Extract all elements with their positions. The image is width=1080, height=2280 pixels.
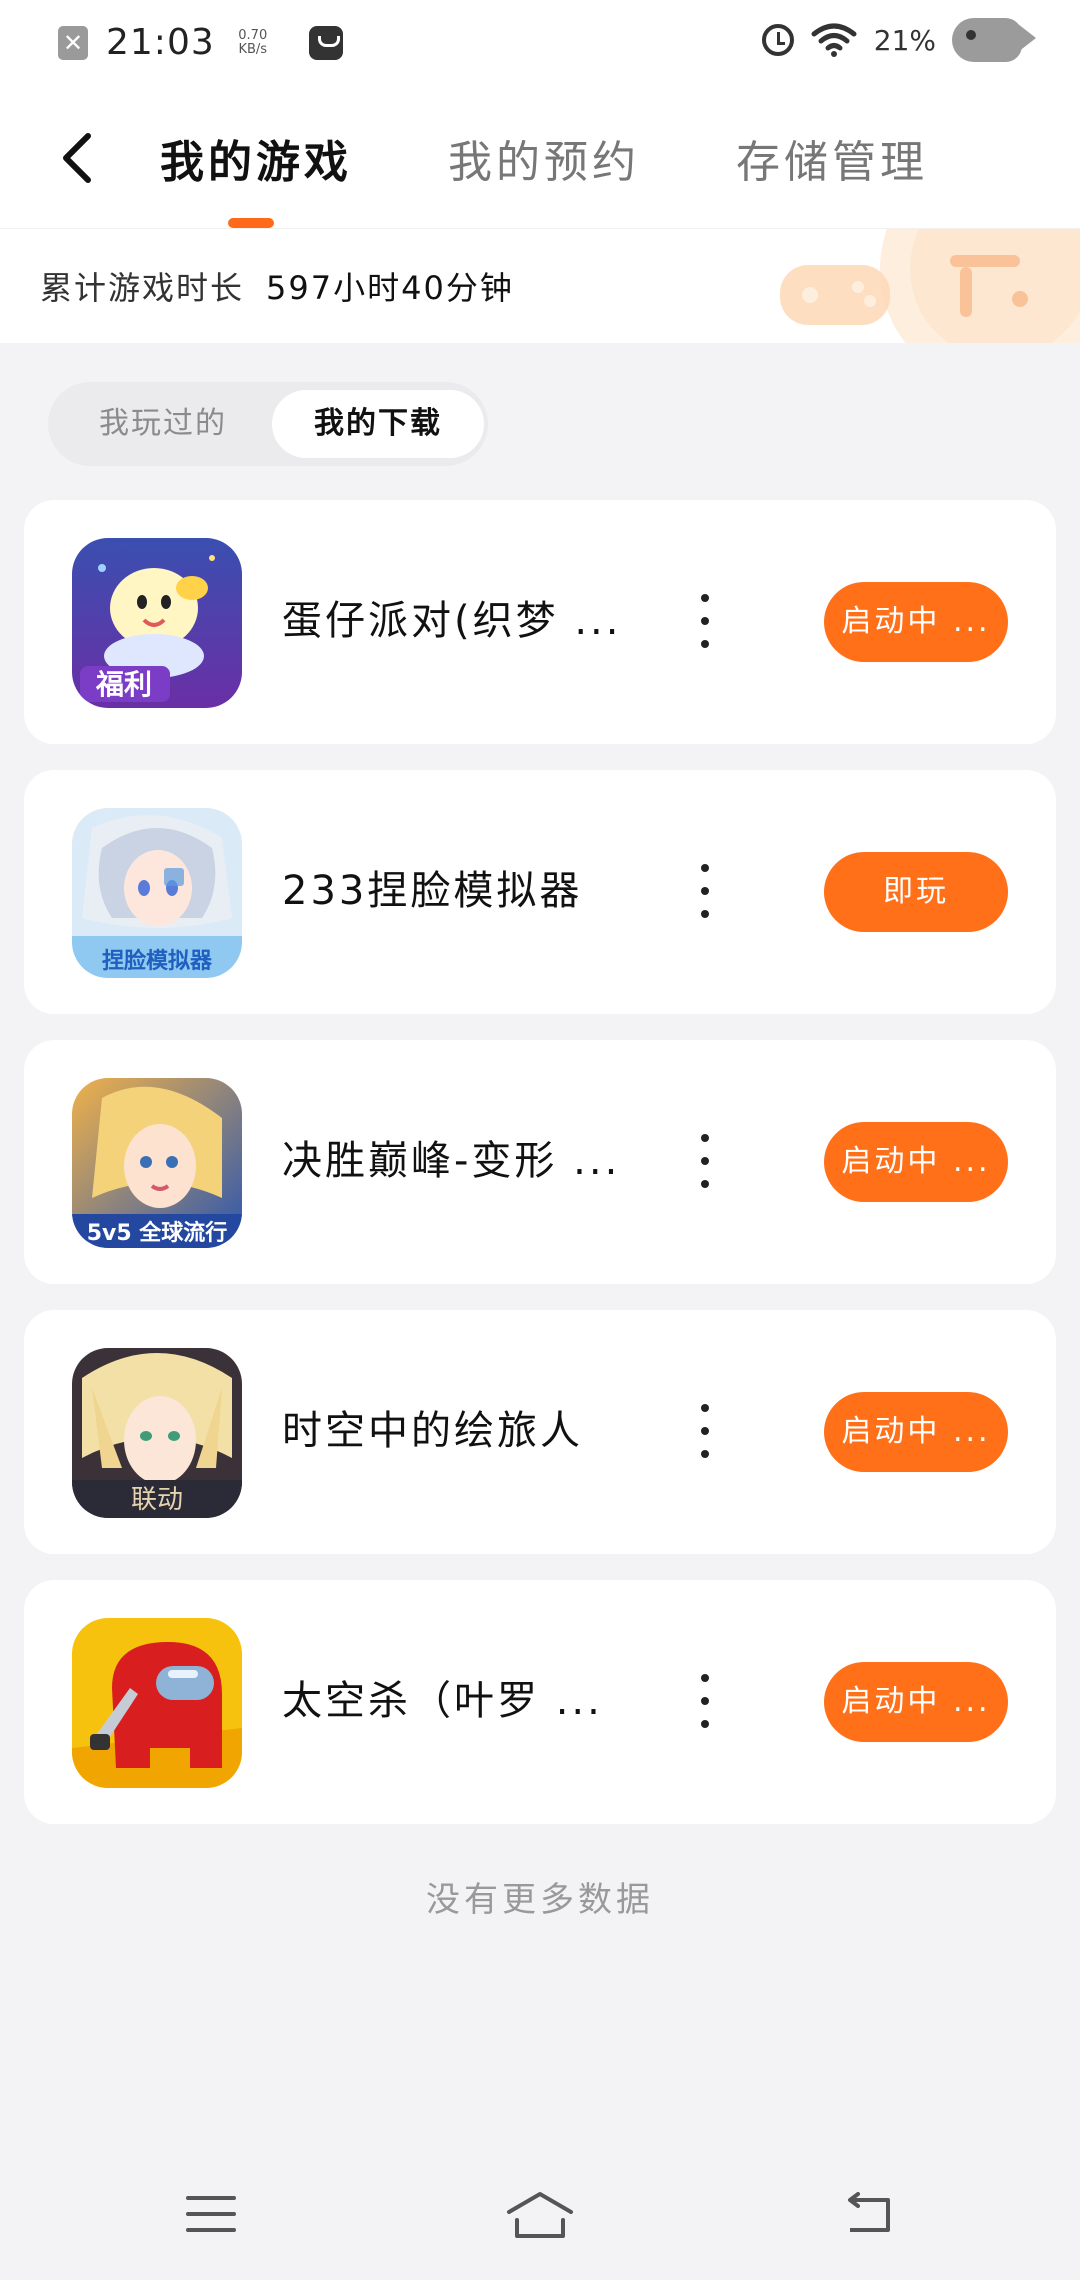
game-name: 时空中的绘旅人 [282, 1408, 583, 1454]
system-nav-bar [0, 2140, 1080, 2280]
face-sim-icon[interactable]: 捏脸模拟器 [72, 808, 242, 978]
launch-button[interactable]: 启动中 ... [824, 1392, 1008, 1472]
playtime-value: 597小时40分钟 [266, 269, 514, 307]
back-arrow-icon[interactable] [50, 128, 110, 188]
playtime-summary: 累计游戏时长 597小时40分钟 [40, 263, 514, 309]
segment-downloads[interactable]: 我的下载 [272, 390, 484, 458]
playtime-label: 累计游戏时长 [40, 269, 245, 307]
close-notification-icon: ✕ [58, 25, 88, 60]
network-speed-unit: KB/s [238, 41, 268, 57]
launch-button[interactable]: 启动中 ... [824, 1662, 1008, 1742]
status-bar: ✕ 21:03 0.70 KB/s 21% [0, 0, 1080, 90]
more-options-icon[interactable] [690, 856, 720, 926]
game-card[interactable]: 捏脸模拟器 233捏脸模拟器 即玩 [24, 770, 1056, 1014]
play-now-button[interactable]: 即玩 [824, 852, 1008, 932]
segment-played[interactable]: 我玩过的 [48, 390, 278, 458]
more-options-icon[interactable] [690, 1666, 720, 1736]
alarm-icon [761, 24, 794, 56]
network-speed: 0.70 KB/s [233, 27, 273, 57]
more-options-icon[interactable] [690, 1126, 720, 1196]
active-tab-indicator [228, 218, 274, 228]
more-options-icon[interactable] [690, 1396, 720, 1466]
game-name: 233捏脸模拟器 [282, 868, 583, 914]
header: 我的游戏 我的预约 存储管理 [0, 90, 1080, 228]
launch-button[interactable]: 启动中 ... [824, 1122, 1008, 1202]
game-name: 蛋仔派对(织梦 ... [282, 598, 622, 644]
launch-button[interactable]: 启动中 ... [824, 582, 1008, 662]
home-icon[interactable] [505, 2190, 575, 2240]
notification-app-icon [308, 25, 343, 60]
gamepad-decoration-icon [780, 229, 1080, 343]
moba-icon[interactable]: 5v5 全球流行 [72, 1078, 242, 1248]
tab-storage-management[interactable]: 存储管理 [736, 126, 928, 190]
playtime-banner: 累计游戏时长 597小时40分钟 [0, 228, 1080, 343]
back-icon[interactable] [842, 2192, 894, 2236]
anime-boy-icon[interactable]: 联动 [72, 1348, 242, 1518]
game-card[interactable]: 太空杀（叶罗 ... 启动中 ... [24, 1580, 1056, 1824]
game-card[interactable]: 福利 蛋仔派对(织梦 ... 启动中 ... [24, 500, 1056, 744]
recent-apps-icon[interactable] [186, 2194, 236, 2234]
game-name: 太空杀（叶罗 ... [282, 1678, 603, 1724]
eggy-party-icon-text: 福利 [95, 668, 152, 701]
tab-my-reservations[interactable]: 我的预约 [448, 126, 640, 190]
face-sim-icon-text: 捏脸模拟器 [102, 948, 213, 974]
among-us-icon[interactable] [72, 1618, 242, 1788]
moba-icon-text: 5v5 全球流行 [87, 1220, 228, 1246]
more-options-icon[interactable] [690, 586, 720, 656]
clock: 21:03 [106, 22, 215, 63]
no-more-data-text: 没有更多数据 [426, 1880, 654, 1920]
fish-battery-icon [952, 18, 1036, 62]
game-card[interactable]: 5v5 全球流行 决胜巅峰-变形 ... 启动中 ... [24, 1040, 1056, 1284]
game-name: 决胜巅峰-变形 ... [282, 1138, 621, 1184]
wifi-icon [811, 23, 857, 57]
list-filter-segment: 我玩过的 我的下载 [48, 382, 488, 466]
tab-my-games[interactable]: 我的游戏 [160, 126, 352, 190]
eggy-party-icon[interactable]: 福利 [72, 538, 242, 708]
game-card[interactable]: 联动 时空中的绘旅人 启动中 ... [24, 1310, 1056, 1554]
network-speed-value: 0.70 [238, 27, 268, 43]
battery-level: 21% [873, 23, 936, 57]
anime-boy-icon-text: 联动 [131, 1485, 183, 1515]
